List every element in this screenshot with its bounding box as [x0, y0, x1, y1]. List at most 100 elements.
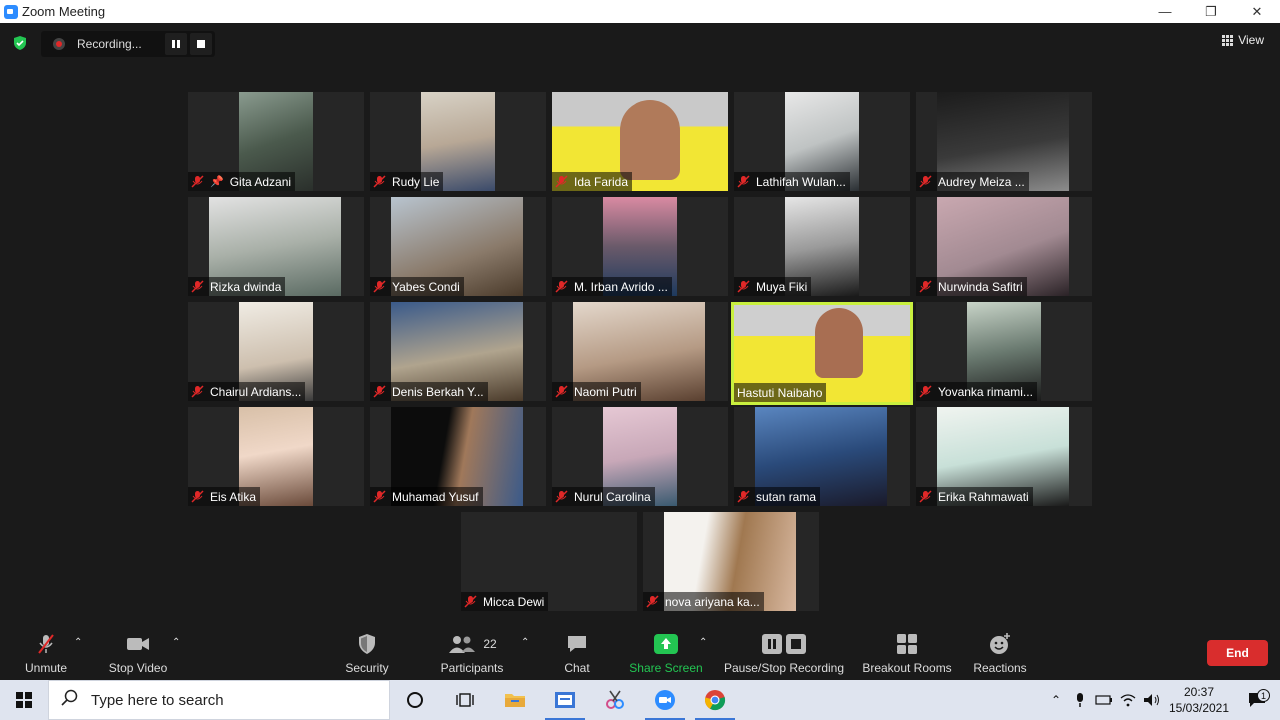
- zoom-app-icon: [4, 4, 18, 19]
- muted-mic-icon: [919, 280, 932, 293]
- participant-name-label: Eis Atika: [188, 487, 261, 506]
- file-explorer-taskbar-button[interactable]: [490, 680, 540, 720]
- wifi-icon[interactable]: [1116, 693, 1140, 707]
- view-label: View: [1238, 33, 1264, 47]
- pause-recording-button[interactable]: [165, 33, 187, 55]
- window-controls: — ❐ ✕: [1142, 0, 1280, 23]
- muted-mic-icon: [464, 595, 477, 608]
- participant-tile[interactable]: Muya Fiki: [734, 197, 910, 296]
- end-meeting-button[interactable]: End: [1207, 640, 1268, 666]
- participant-tile[interactable]: Chairul Ardians...: [188, 302, 364, 401]
- participant-tile[interactable]: Erika Rahmawati: [916, 407, 1092, 506]
- participant-tile[interactable]: Yovanka rimami...: [916, 302, 1092, 401]
- participant-tile[interactable]: Rudy Lie: [370, 92, 546, 191]
- participant-tile[interactable]: Audrey Meiza ...: [916, 92, 1092, 191]
- participant-tile[interactable]: sutan rama: [734, 407, 910, 506]
- pause-stop-recording-button[interactable]: Pause/Stop Recording: [722, 625, 846, 680]
- participant-name-label: Erika Rahmawati: [916, 487, 1033, 506]
- zoom-taskbar-button[interactable]: [640, 680, 690, 720]
- unmute-button[interactable]: Unmute: [16, 625, 76, 680]
- start-button[interactable]: [0, 680, 48, 720]
- stop-recording-button[interactable]: [190, 33, 212, 55]
- share-options-chevron-up-icon[interactable]: ⌃: [699, 637, 707, 648]
- participant-tile[interactable]: Micca Dewi: [461, 512, 637, 611]
- audio-options-chevron-up-icon[interactable]: ⌃: [74, 637, 82, 648]
- participant-tile[interactable]: nova ariyana ka...: [643, 512, 819, 611]
- clock-time: 20:37: [1183, 685, 1215, 699]
- breakout-rooms-button[interactable]: Breakout Rooms: [860, 625, 954, 680]
- taskbar-clock[interactable]: 20:37 15/03/2021: [1164, 684, 1234, 716]
- participant-tile[interactable]: Yabes Condi: [370, 197, 546, 296]
- minimize-button[interactable]: —: [1142, 0, 1188, 23]
- action-center-button[interactable]: 1: [1234, 689, 1280, 708]
- breakout-rooms-grid-icon: [896, 631, 918, 657]
- muted-mic-icon: [555, 280, 568, 293]
- participant-name: M. Irban Avrido ...: [574, 279, 668, 294]
- stop-video-button[interactable]: Stop Video: [104, 625, 172, 680]
- cortana-button[interactable]: [390, 680, 440, 720]
- participant-tile[interactable]: Ida Farida: [552, 92, 728, 191]
- reactions-button[interactable]: Reactions: [970, 625, 1030, 680]
- microphone-icon[interactable]: [1068, 692, 1092, 708]
- participant-tile[interactable]: Eis Atika: [188, 407, 364, 506]
- task-view-button[interactable]: [440, 680, 490, 720]
- participant-name-label: Muya Fiki: [734, 277, 812, 296]
- snipping-tool-taskbar-button[interactable]: [590, 680, 640, 720]
- chat-label: Chat: [564, 661, 590, 675]
- participant-name: sutan rama: [756, 489, 817, 504]
- participant-name-label: Chairul Ardians...: [188, 382, 306, 401]
- presentation-app-taskbar-button[interactable]: [540, 680, 590, 720]
- participant-name: Rudy Lie: [392, 174, 440, 189]
- participant-name: Ida Farida: [574, 174, 629, 189]
- muted-mic-icon: [191, 490, 204, 503]
- participant-name: Chairul Ardians...: [210, 384, 302, 399]
- chat-button[interactable]: Chat: [556, 625, 598, 680]
- video-options-chevron-up-icon[interactable]: ⌃: [172, 637, 180, 648]
- grid-view-icon: [1222, 34, 1234, 46]
- pause-stop-icon: [762, 631, 806, 657]
- chat-bubble-icon: [565, 631, 589, 657]
- participant-name-label: nova ariyana ka...: [643, 592, 764, 611]
- taskbar-search-box[interactable]: Type here to search: [48, 680, 390, 720]
- participant-tile[interactable]: Lathifah Wulan...: [734, 92, 910, 191]
- participants-button[interactable]: 22 Participants: [436, 625, 508, 680]
- participants-options-chevron-up-icon[interactable]: ⌃: [521, 637, 529, 648]
- participant-name-label: sutan rama: [734, 487, 821, 506]
- participant-tile[interactable]: Denis Berkah Y...: [370, 302, 546, 401]
- participant-tile[interactable]: M. Irban Avrido ...: [552, 197, 728, 296]
- security-button[interactable]: Security: [337, 625, 397, 680]
- participant-name-label: Audrey Meiza ...: [916, 172, 1029, 191]
- participant-name: Eis Atika: [210, 489, 257, 504]
- participant-tile[interactable]: 📌 Gita Adzani: [188, 92, 364, 191]
- recording-indicator: Recording...: [41, 31, 215, 57]
- participant-name-label: Lathifah Wulan...: [734, 172, 850, 191]
- volume-icon[interactable]: [1140, 693, 1164, 707]
- participant-tile[interactable]: Rizka dwinda: [188, 197, 364, 296]
- battery-icon[interactable]: [1092, 694, 1116, 706]
- participant-name-label: Yovanka rimami...: [916, 382, 1037, 401]
- participant-tile[interactable]: Muhamad Yusuf: [370, 407, 546, 506]
- participant-tile[interactable]: Nurwinda Safitri: [916, 197, 1092, 296]
- meeting-toolbar: Unmute ⌃ Stop Video ⌃ Security 22 Partic…: [0, 625, 1280, 680]
- video-camera-icon: [125, 631, 151, 657]
- reactions-label: Reactions: [973, 661, 1027, 675]
- clock-date: 15/03/2021: [1168, 701, 1230, 715]
- meeting-stage: Recording... View 📌 Gita Adzani Rudy Lie…: [0, 23, 1280, 680]
- maximize-button[interactable]: ❐: [1188, 0, 1234, 23]
- close-button[interactable]: ✕: [1234, 0, 1280, 23]
- view-button[interactable]: View: [1222, 33, 1264, 47]
- encryption-shield-icon[interactable]: [12, 35, 28, 51]
- participant-name-label: Rudy Lie: [370, 172, 444, 191]
- muted-mic-icon: [737, 175, 750, 188]
- participant-tile-active-speaker[interactable]: Hastuti Naibaho: [731, 302, 913, 405]
- participant-name-label: Ida Farida: [552, 172, 633, 191]
- search-icon: [61, 689, 79, 711]
- participant-name: Muhamad Yusuf: [392, 489, 479, 504]
- participant-name-label: Hastuti Naibaho: [734, 383, 827, 402]
- search-placeholder: Type here to search: [91, 691, 224, 709]
- chrome-taskbar-button[interactable]: [690, 680, 740, 720]
- share-screen-button[interactable]: Share Screen: [628, 625, 704, 680]
- show-hidden-icons-chevron-up-icon[interactable]: ⌃: [1044, 693, 1068, 707]
- participant-tile[interactable]: Nurul Carolina: [552, 407, 728, 506]
- participant-tile[interactable]: Naomi Putri: [552, 302, 728, 401]
